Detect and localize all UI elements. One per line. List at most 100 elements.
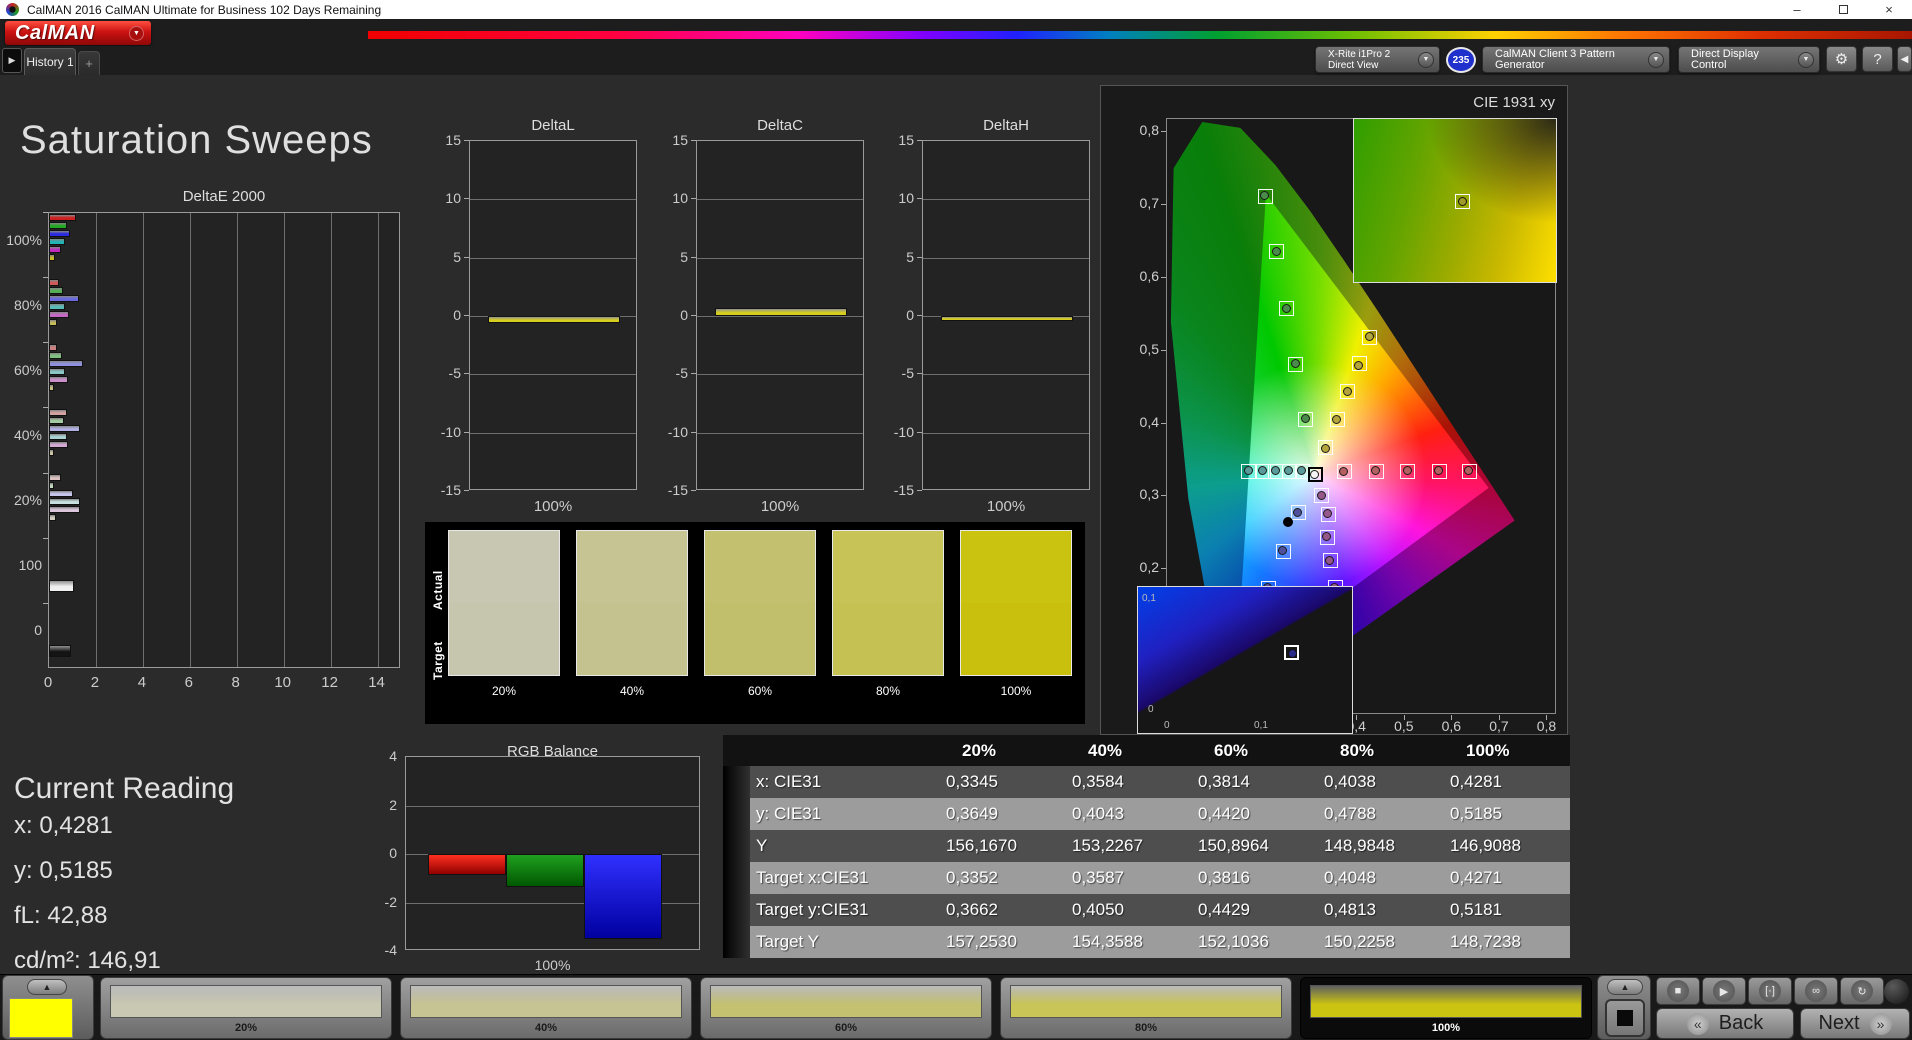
help-button[interactable]: ? bbox=[1862, 46, 1893, 72]
cie-point-magenta-4-target bbox=[1323, 553, 1338, 568]
cie-point-green-1-measured bbox=[1301, 414, 1310, 423]
patch-button-60%[interactable]: 60% bbox=[700, 977, 992, 1039]
minimize-button[interactable]: – bbox=[1774, 0, 1820, 19]
tick-mark bbox=[43, 212, 48, 213]
y-tick-label: -15 bbox=[410, 482, 461, 498]
app-header: CalMAN ▼ bbox=[0, 19, 1912, 46]
transport-icon: [·] bbox=[1759, 980, 1781, 1002]
cie-point-cyan-4-target bbox=[1256, 464, 1271, 479]
cie-point-red-3-target bbox=[1400, 464, 1415, 479]
deltaC-bar bbox=[715, 308, 847, 316]
next-button[interactable]: Next » bbox=[1800, 1008, 1910, 1039]
deltae-bar-60%-4 bbox=[49, 376, 68, 383]
deltae-bar-0 bbox=[49, 645, 71, 657]
cie-point-cyan-5-target bbox=[1241, 464, 1256, 479]
cie-zoom-inset-yellow bbox=[1353, 118, 1557, 283]
target-row-label: Target bbox=[431, 610, 445, 680]
deltae-bar-40%-4 bbox=[49, 441, 68, 448]
cie-point-magenta-1-target bbox=[1314, 488, 1329, 503]
table-cell: 148,9848 bbox=[1318, 830, 1444, 862]
cie-point-magenta-3-target bbox=[1320, 530, 1335, 545]
table-cell: 157,2530 bbox=[940, 926, 1066, 958]
inset-target-marker bbox=[1284, 645, 1299, 660]
deltac-chart: DeltaC151050-5-10-15100% bbox=[637, 115, 877, 520]
meter-dropdown[interactable]: X-Rite i1Pro 2Direct View ▼ bbox=[1315, 46, 1440, 73]
next-label: Next bbox=[1818, 1012, 1859, 1035]
y-tick-label: 2 bbox=[360, 797, 397, 813]
tick-mark bbox=[691, 140, 696, 141]
table-cell: 0,4271 bbox=[1444, 862, 1570, 894]
expand-controls-button[interactable]: ▲ bbox=[1607, 979, 1643, 995]
cie-point-blue-2-target bbox=[1276, 544, 1291, 559]
close-button[interactable]: × bbox=[1866, 0, 1912, 19]
patch-swatch bbox=[710, 985, 982, 1018]
gridline bbox=[237, 213, 238, 667]
tick-mark bbox=[1161, 423, 1166, 424]
current-reading-title: Current Reading bbox=[14, 772, 234, 806]
row-label: Target x:CIE31 bbox=[750, 862, 940, 894]
cie-chart-title: CIE 1931 xy bbox=[1473, 94, 1555, 111]
table-col-header-60%: 60% bbox=[1192, 735, 1318, 766]
cie-1931-panel: CIE 1931 xy 0,80,70,60,50,40,30,20,1000,… bbox=[1100, 85, 1568, 735]
tick-mark bbox=[464, 490, 469, 491]
y-tick-label: 4 bbox=[360, 748, 397, 764]
patch-button-40%[interactable]: 40% bbox=[400, 977, 692, 1039]
inset-measured-dot bbox=[1288, 649, 1297, 658]
transport-button-3[interactable]: ∞ bbox=[1794, 977, 1838, 1005]
transport-button-2[interactable]: [·] bbox=[1748, 977, 1792, 1005]
back-button[interactable]: « Back bbox=[1656, 1008, 1794, 1039]
tick-mark bbox=[691, 490, 696, 491]
tab-history-1[interactable]: History 1 bbox=[24, 48, 76, 75]
deltaC-plot-area bbox=[696, 140, 864, 490]
stop-pattern-button[interactable] bbox=[1605, 999, 1645, 1037]
patch-swatch bbox=[110, 985, 382, 1018]
back-label: Back bbox=[1719, 1012, 1763, 1035]
x-tick-label: 0 bbox=[34, 674, 62, 691]
gridline bbox=[697, 258, 863, 259]
table-cell: 0,4281 bbox=[1444, 766, 1570, 798]
y-tick-label: 10 bbox=[410, 190, 461, 206]
gridline bbox=[697, 316, 863, 317]
deltae-bar-100%-4 bbox=[49, 246, 61, 253]
tab-scroll-button[interactable]: ▶ bbox=[2, 48, 22, 73]
reading-x: x: 0,4281 bbox=[14, 812, 113, 840]
cie-point-yellow-5-target bbox=[1362, 330, 1377, 345]
cie-point-red-5-target bbox=[1462, 464, 1477, 479]
rainbow-divider bbox=[368, 31, 1912, 39]
y-tick-label: 40% bbox=[0, 427, 42, 443]
pattern-generator-dropdown[interactable]: CalMAN Client 3 Pattern Generator ▼ bbox=[1482, 46, 1670, 73]
app-icon bbox=[6, 3, 19, 16]
inset-tick-label: 0 bbox=[1148, 704, 1154, 715]
row-label: y: CIE31 bbox=[750, 798, 940, 830]
transport-icon: ↻ bbox=[1851, 980, 1873, 1002]
cie-point-cyan-4-measured bbox=[1258, 466, 1267, 475]
deltaL-plot-area bbox=[469, 140, 637, 490]
maximize-button[interactable] bbox=[1820, 0, 1866, 19]
patch-button-80%[interactable]: 80% bbox=[1000, 977, 1292, 1039]
calman-logo-menu[interactable]: CalMAN ▼ bbox=[5, 21, 151, 45]
settings-button[interactable]: ⚙ bbox=[1826, 46, 1857, 72]
display-control-dropdown[interactable]: Direct Display Control ▼ bbox=[1678, 46, 1820, 73]
y-tick-label: -5 bbox=[410, 365, 461, 381]
transport-button-0[interactable]: ■ bbox=[1656, 977, 1700, 1005]
cie-point-cyan-5-measured bbox=[1244, 466, 1253, 475]
patch-button-100%[interactable]: 100% bbox=[1300, 977, 1592, 1039]
transport-button-1[interactable]: ▶ bbox=[1702, 977, 1746, 1005]
actual-swatch bbox=[577, 531, 687, 603]
tick-mark bbox=[691, 373, 696, 374]
expand-patch-panel-button[interactable]: ▲ bbox=[27, 979, 67, 995]
deltae-bar-60%-2 bbox=[49, 360, 83, 367]
luminance-badge[interactable]: 235 bbox=[1446, 47, 1476, 73]
collapse-panel-button[interactable]: ◀ bbox=[1897, 46, 1912, 72]
patch-button-20%[interactable]: 20% bbox=[100, 977, 392, 1039]
add-tab-button[interactable]: + bbox=[78, 51, 100, 75]
gridline bbox=[406, 806, 699, 807]
y-tick-label: 0 bbox=[637, 307, 688, 323]
row-label: Target y:CIE31 bbox=[750, 894, 940, 926]
page-title: Saturation Sweeps bbox=[20, 118, 373, 163]
transport-button-4[interactable]: ↻ bbox=[1840, 977, 1884, 1005]
y-tick-label: 0 bbox=[863, 307, 914, 323]
chart-title: DeltaL bbox=[469, 117, 637, 134]
chart-title: DeltaE 2000 bbox=[48, 188, 400, 205]
tick-mark bbox=[917, 198, 922, 199]
